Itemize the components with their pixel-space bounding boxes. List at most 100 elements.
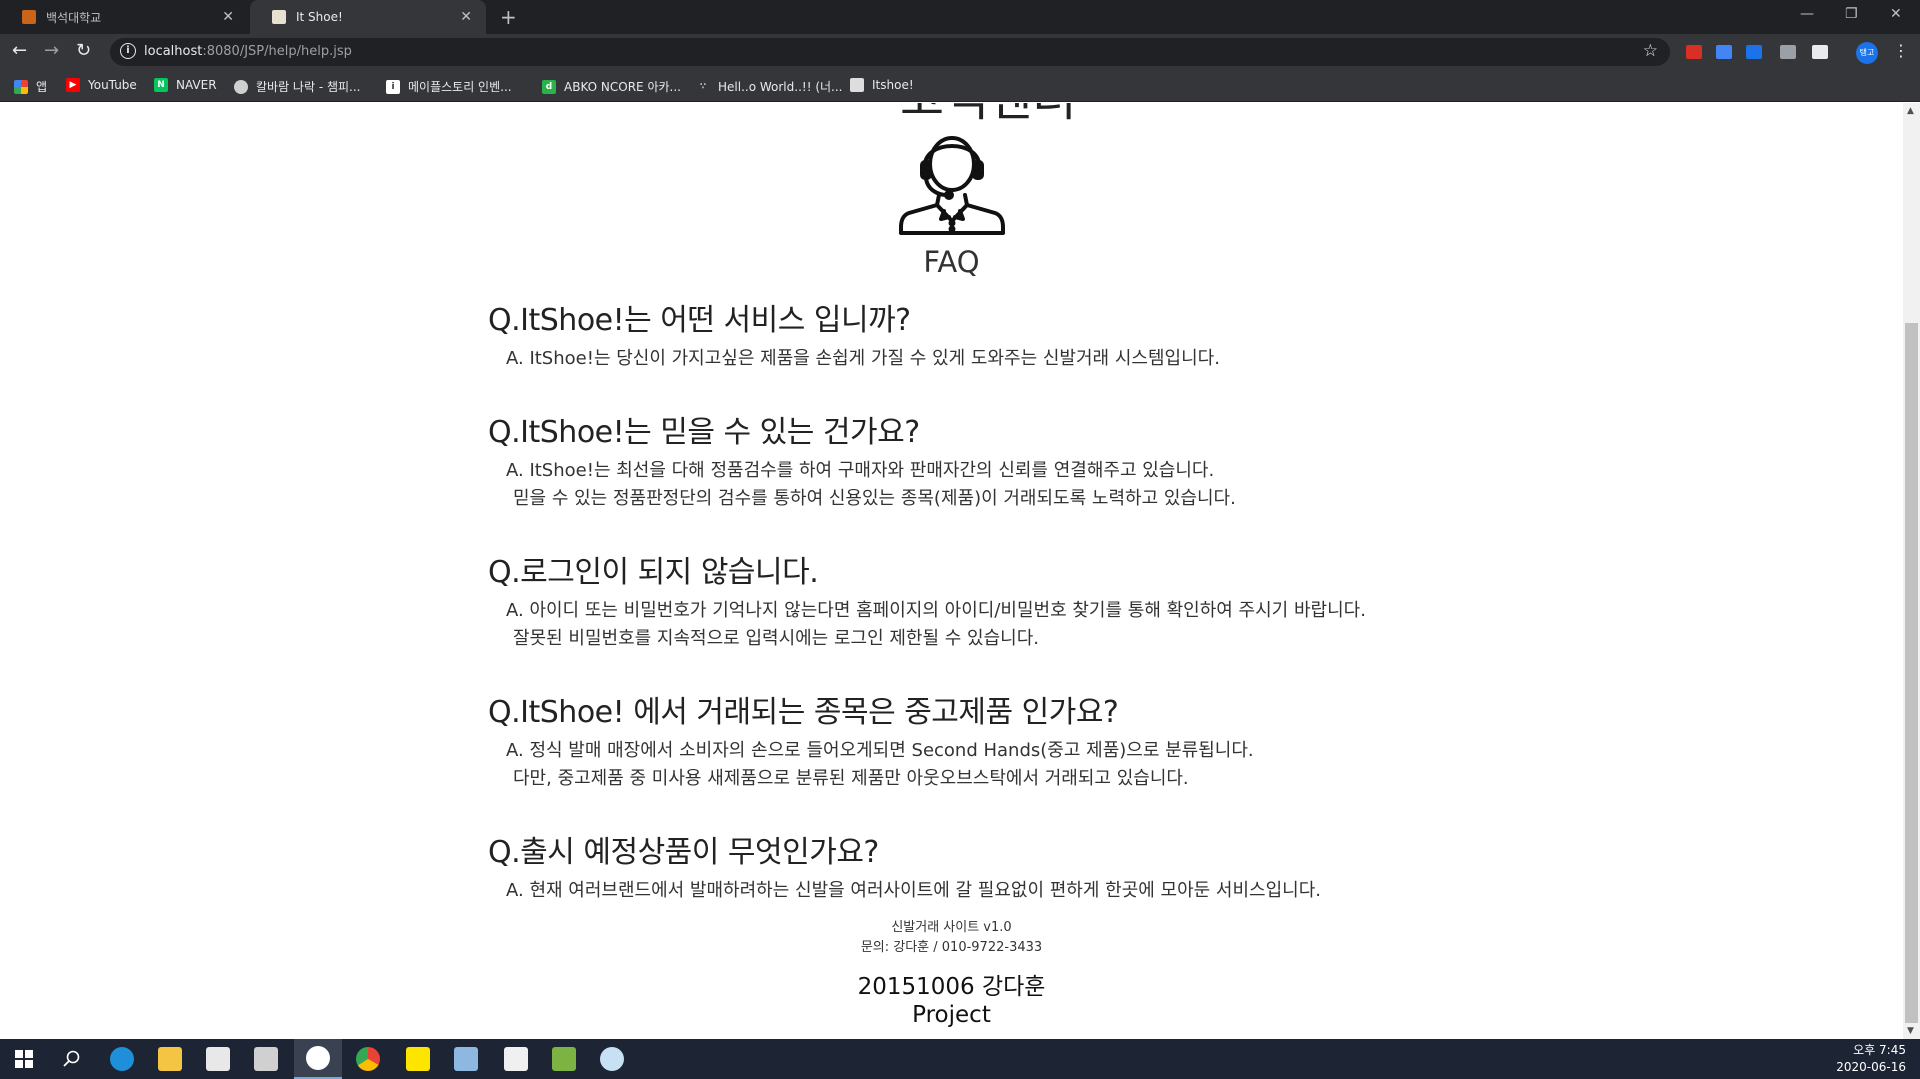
back-icon[interactable]: ← — [12, 40, 27, 61]
photos-icon[interactable] — [294, 1039, 342, 1079]
faq-answer: A. 현재 여러브랜드에서 발매하려하는 신발을 여러사이트에 갈 필요없이 편… — [506, 880, 1322, 901]
new-tab-button[interactable]: + — [500, 5, 517, 29]
tab-title: 백석대학교 — [46, 10, 102, 25]
extension-icon[interactable] — [1686, 45, 1702, 59]
footer-contact: 문의: 강다훈 / 010-9722-3433 — [860, 940, 1043, 955]
bookmark-label: Hell..o World..!! (너... — [718, 80, 843, 94]
dots-icon: ∵ — [699, 81, 707, 92]
close-tab-icon[interactable]: ✕ — [222, 9, 234, 25]
bookmark-apps[interactable]: 앱 — [14, 78, 47, 95]
tab-baekseok[interactable]: 백석대학교 ✕ — [0, 0, 248, 34]
bookmark-label: Itshoe! — [872, 78, 914, 92]
footer-student: 20151006 강다훈 — [857, 974, 1046, 1000]
forward-icon[interactable]: → — [44, 40, 59, 61]
faq-answer: A. 아이디 또는 비밀번호가 기억나지 않는다면 홈페이지의 아이디/비밀번호… — [506, 600, 1366, 621]
tab-title: It Shoe! — [296, 10, 343, 24]
page-scrollbar[interactable]: ▲ ▼ — [1903, 103, 1920, 1039]
info-icon[interactable]: i — [120, 43, 136, 59]
abko-icon: d — [542, 79, 556, 94]
close-window-button[interactable]: ✕ — [1890, 6, 1902, 22]
chrome-icon[interactable] — [344, 1039, 392, 1079]
bookmark-maple[interactable]: i 메이플스토리 인벤... — [386, 78, 512, 95]
faq-answer: A. 정식 발매 매장에서 소비자의 손으로 들어오게되면 Second Han… — [506, 740, 1254, 761]
bookmarks-bar: 앱 ▶ YouTube N NAVER 칼바람 나락 - 챔피... i 메이플… — [0, 70, 1920, 102]
internet-explorer-icon[interactable] — [98, 1039, 146, 1079]
cloud-icon — [234, 79, 248, 94]
footer-version: 신발거래 사이트 v1.0 — [891, 920, 1012, 935]
bookmark-star-icon[interactable]: ☆ — [1643, 41, 1658, 61]
faq-answer: A. ItShoe!는 최선을 다해 정품검수를 하여 구매자와 판매자간의 신… — [506, 460, 1215, 481]
faq-question: Q.ItShoe!는 어떤 서비스 입니까? — [488, 303, 911, 338]
school-icon — [22, 10, 36, 24]
shoe-icon — [272, 10, 286, 24]
menu-icon[interactable]: ⋮ — [1893, 41, 1909, 60]
faq-question: Q.ItShoe! 에서 거래되는 종목은 중고제품 인가요? — [488, 695, 1119, 730]
faq-item: Q.ItShoe! 에서 거래되는 종목은 중고제품 인가요? A. 정식 발매… — [488, 687, 1488, 793]
naver-icon: N — [154, 78, 168, 92]
faq-answer: 다만, 중고제품 중 미사용 새제품으로 분류된 제품만 아웃오브스탁에서 거래… — [513, 768, 1189, 789]
page-viewport: 고객센터 FAQ Q.ItShoe!는 어떤 서비스 입니까? A. ItSho… — [0, 103, 1903, 1039]
bookmark-hello-world[interactable]: ∵ Hell..o World..!! (너... — [696, 78, 843, 95]
bookmark-label: 메이플스토리 인벤... — [408, 80, 512, 94]
bookmark-label: NAVER — [176, 78, 217, 92]
bookmark-label: 칼바람 나락 - 챔피... — [256, 80, 361, 94]
scroll-thumb[interactable] — [1905, 323, 1918, 1023]
store-icon[interactable] — [194, 1039, 242, 1079]
new-badge-icon[interactable] — [1746, 45, 1762, 59]
footer-info: 신발거래 사이트 v1.0 문의: 강다훈 / 010-9722-3433 — [0, 918, 1903, 958]
bookmark-naver[interactable]: N NAVER — [154, 78, 217, 92]
calculator-icon[interactable] — [242, 1039, 290, 1079]
scroll-up-icon[interactable]: ▲ — [1907, 106, 1914, 116]
bookmark-label: YouTube — [88, 78, 137, 92]
search-icon[interactable] — [48, 1039, 96, 1079]
youtube-icon: ▶ — [66, 78, 80, 92]
bookmark-lol[interactable]: 칼바람 나락 - 챔피... — [234, 78, 361, 95]
sticky-icon[interactable] — [540, 1039, 588, 1079]
customer-support-icon — [899, 136, 1005, 235]
notepad-icon[interactable] — [442, 1039, 490, 1079]
faq-item: Q.ItShoe!는 믿을 수 있는 건가요? A. ItShoe!는 최선을 … — [488, 407, 1488, 513]
faq-item: Q.출시 예정상품이 무엇인가요? A. 현재 여러브랜드에서 발매하려하는 신… — [488, 827, 1488, 905]
bookmark-youtube[interactable]: ▶ YouTube — [66, 78, 137, 92]
kakaotalk-icon[interactable] — [394, 1039, 442, 1079]
profile-avatar[interactable]: 탱고 — [1856, 42, 1878, 64]
reload-icon[interactable]: ↻ — [76, 40, 91, 61]
java-icon[interactable] — [492, 1039, 540, 1079]
windows-taskbar: 오후 7:45 2020-06-16 — [0, 1039, 1920, 1079]
apps-grid-icon — [14, 79, 28, 94]
faq-answer: 믿을 수 있는 정품판정단의 검수를 통하여 신용있는 종목(제품)이 거래되도… — [513, 488, 1236, 509]
scroll-down-icon[interactable]: ▼ — [1907, 1026, 1914, 1036]
bookmark-itshoe[interactable]: Itshoe! — [850, 78, 914, 92]
url-text[interactable]: localhost:8080/JSP/help/help.jsp — [144, 44, 352, 59]
shoe-icon — [850, 78, 864, 92]
clock-date: 2020-06-16 — [1836, 1060, 1906, 1074]
clock-time: 오후 7:45 — [1853, 1043, 1906, 1057]
tab-itshoe[interactable]: It Shoe! ✕ — [250, 0, 486, 34]
windows-start-icon[interactable] — [0, 1039, 48, 1079]
browser-toolbar: ← → ↻ i localhost:8080/JSP/help/help.jsp… — [0, 34, 1920, 70]
system-clock[interactable]: 오후 7:45 2020-06-16 — [1836, 1042, 1906, 1076]
faq-heading: FAQ — [923, 245, 980, 279]
faq-answer: A. ItShoe!는 당신이 가지고싶은 제품을 손쉽게 가질 수 있게 도와… — [506, 348, 1220, 369]
cast-icon[interactable] — [1812, 45, 1828, 59]
faq-question: Q.로그인이 되지 않습니다. — [488, 555, 819, 590]
translate-icon[interactable] — [1716, 45, 1732, 59]
faq-question: Q.ItShoe!는 믿을 수 있는 건가요? — [488, 415, 920, 450]
tab-strip: 백석대학교 ✕ It Shoe! ✕ + — ❐ ✕ — [0, 0, 1920, 34]
address-bar[interactable]: i localhost:8080/JSP/help/help.jsp ☆ — [110, 38, 1670, 66]
restore-button[interactable]: ❐ — [1845, 6, 1858, 22]
faq-question: Q.출시 예정상품이 무엇인가요? — [488, 835, 879, 870]
bookmark-abko[interactable]: d ABKO NCORE 아카... — [542, 78, 681, 95]
minimize-button[interactable]: — — [1800, 6, 1814, 22]
bookmark-label: 앱 — [36, 80, 48, 94]
footer-credit: 20151006 강다훈 Project — [0, 973, 1903, 1029]
close-tab-icon[interactable]: ✕ — [460, 9, 472, 25]
paint-icon[interactable] — [588, 1039, 636, 1079]
inven-icon: i — [386, 79, 400, 94]
faq-answer: 잘못된 비밀번호를 지속적으로 입력시에는 로그인 제한될 수 있습니다. — [513, 628, 1040, 649]
printer-icon[interactable] — [1780, 45, 1796, 59]
file-explorer-icon[interactable] — [146, 1039, 194, 1079]
faq-item: Q.로그인이 되지 않습니다. A. 아이디 또는 비밀번호가 기억나지 않는다… — [488, 547, 1488, 653]
footer-project: Project — [912, 1002, 991, 1028]
page-title-partial: 고객센터 — [900, 103, 1077, 129]
